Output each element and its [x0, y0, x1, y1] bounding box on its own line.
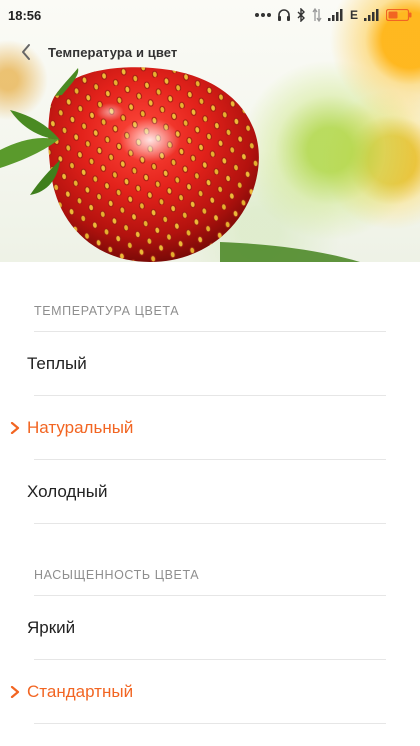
signal-icon — [327, 9, 344, 21]
section-title: НАСЫЩЕННОСТЬ ЦВЕТА — [34, 568, 200, 582]
status-time: 18:56 — [8, 7, 42, 23]
settings-list: ТЕМПЕРАТУРА ЦВЕТА Теплый Натуральный Хол… — [0, 262, 420, 724]
section-header-saturation: НАСЫЩЕННОСТЬ ЦВЕТА — [0, 524, 420, 596]
app-header: Температура и цвет — [0, 34, 420, 70]
battery-icon — [386, 9, 412, 21]
option-vivid[interactable]: Яркий — [0, 596, 420, 660]
section-title: ТЕМПЕРАТУРА ЦВЕТА — [34, 304, 180, 318]
chevron-left-icon — [22, 44, 30, 60]
back-button[interactable] — [4, 34, 48, 70]
status-icons: E — [254, 8, 412, 22]
option-label: Холодный — [27, 482, 108, 501]
option-standard[interactable]: Стандартный — [0, 660, 420, 724]
option-warm[interactable]: Теплый — [0, 332, 420, 396]
option-label: Натуральный — [27, 418, 134, 437]
bluetooth-icon — [297, 8, 306, 22]
section-header-temperature: ТЕМПЕРАТУРА ЦВЕТА — [0, 262, 420, 332]
option-label: Стандартный — [27, 682, 134, 701]
option-label: Теплый — [27, 354, 87, 373]
headphones-icon — [277, 8, 291, 22]
option-natural[interactable]: Натуральный — [0, 396, 420, 460]
status-bar: 18:56 E — [0, 0, 420, 30]
signal-icon-2 — [364, 9, 380, 21]
page-title: Температура и цвет — [48, 44, 178, 60]
more-dots-icon — [254, 12, 271, 18]
selected-chevron-icon — [10, 422, 20, 434]
network-type: E — [349, 8, 358, 22]
option-label: Яркий — [27, 618, 76, 637]
selected-chevron-icon — [10, 686, 20, 698]
option-cold[interactable]: Холодный — [0, 460, 420, 524]
data-transfer-icon — [312, 8, 322, 22]
